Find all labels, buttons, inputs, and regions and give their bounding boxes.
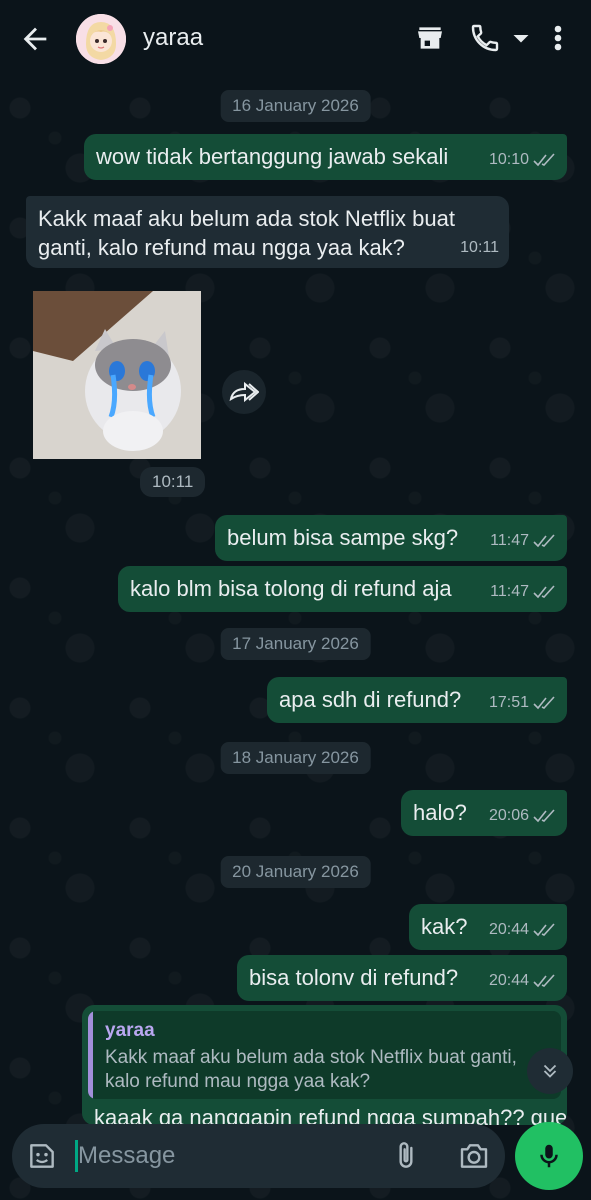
quoted-message[interactable]: yaraa Kakk maaf aku belum ada stok Netfl… bbox=[88, 1011, 561, 1099]
date-separator: 18 January 2026 bbox=[220, 742, 371, 774]
message-text: Kakk maaf aku belum ada stok Netflix bua… bbox=[38, 206, 455, 260]
message-bubble-outgoing[interactable]: halo? 20:06 bbox=[401, 790, 567, 836]
message-text: apa sdh di refund? bbox=[279, 687, 462, 712]
date-separator: 17 January 2026 bbox=[220, 628, 371, 660]
quoted-text: Kakk maaf aku belum ada stok Netflix bua… bbox=[105, 1047, 517, 1092]
message-time: 10:10 bbox=[488, 151, 529, 168]
read-ticks-icon bbox=[533, 922, 555, 936]
sticker-time: 10:11 bbox=[140, 467, 206, 497]
read-ticks-icon bbox=[533, 808, 555, 822]
message-meta: 10:11 bbox=[460, 233, 499, 262]
mic-button[interactable] bbox=[515, 1122, 583, 1190]
message-time: 11:47 bbox=[490, 583, 529, 600]
contact-name[interactable]: yaraa bbox=[143, 24, 203, 52]
shop-icon[interactable] bbox=[414, 20, 446, 56]
forward-button[interactable] bbox=[222, 370, 266, 414]
quoted-sender: yaraa bbox=[105, 1020, 155, 1041]
reply-message-bubble[interactable]: yaraa Kakk maaf aku belum ada stok Netfl… bbox=[82, 1005, 567, 1125]
read-ticks-icon bbox=[533, 973, 555, 987]
message-bubble-outgoing[interactable]: wow tidak bertanggung jawab sekali 10:10 bbox=[84, 134, 567, 180]
read-ticks-icon bbox=[533, 695, 555, 709]
message-meta: 20:06 bbox=[489, 801, 557, 830]
message-text: belum bisa sampe skg? bbox=[227, 525, 459, 550]
mic-icon bbox=[540, 1144, 558, 1168]
read-ticks-icon bbox=[533, 152, 555, 166]
message-composer bbox=[12, 1124, 505, 1188]
message-bubble-outgoing[interactable]: bisa tolonv di refund? 20:44 bbox=[237, 955, 567, 1001]
scroll-to-bottom-button[interactable] bbox=[527, 1048, 573, 1094]
message-time: 20:44 bbox=[488, 921, 529, 938]
message-bubble-outgoing[interactable]: belum bisa sampe skg? 11:47 bbox=[215, 515, 567, 561]
quote-bar bbox=[88, 1011, 93, 1099]
message-meta: 20:44 bbox=[489, 915, 557, 944]
message-time: 20:44 bbox=[488, 972, 529, 989]
read-ticks-icon bbox=[533, 584, 555, 598]
message-bubble-incoming[interactable]: Kakk maaf aku belum ada stok Netflix bua… bbox=[26, 196, 509, 268]
phone-icon[interactable] bbox=[469, 20, 501, 56]
message-meta: 10:10 bbox=[489, 145, 557, 174]
message-bubble-outgoing[interactable]: kak? 20:44 bbox=[409, 904, 567, 950]
message-text: kaaak ga nanggapin refund ngga sumpah?? … bbox=[94, 1105, 567, 1125]
message-time: 11:47 bbox=[490, 532, 529, 549]
message-text: bisa tolonv di refund? bbox=[249, 965, 459, 990]
message-time: 17:51 bbox=[488, 694, 529, 711]
message-meta: 11:47 bbox=[490, 526, 557, 555]
double-chevron-down-icon bbox=[543, 1064, 557, 1078]
paperclip-icon[interactable] bbox=[390, 1140, 422, 1172]
message-text: halo? bbox=[413, 800, 467, 825]
read-ticks-icon bbox=[533, 533, 555, 547]
message-meta: 20:44 bbox=[489, 966, 557, 995]
emoji-icon[interactable] bbox=[26, 1140, 58, 1172]
message-time: 20:06 bbox=[488, 807, 529, 824]
message-bubble-outgoing[interactable]: apa sdh di refund? 17:51 bbox=[267, 677, 567, 723]
message-meta: 17:51 bbox=[489, 688, 557, 717]
camera-icon[interactable] bbox=[457, 1140, 491, 1172]
date-separator: 16 January 2026 bbox=[220, 90, 371, 122]
message-bubble-outgoing[interactable]: kalo blm bisa tolong di refund aja 11:47 bbox=[118, 566, 567, 612]
message-text: kalo blm bisa tolong di refund aja bbox=[130, 576, 452, 601]
dropdown-icon[interactable] bbox=[512, 20, 530, 56]
message-text: wow tidak bertanggung jawab sekali bbox=[96, 144, 449, 169]
message-input[interactable] bbox=[78, 1136, 378, 1176]
message-meta: 11:47 bbox=[490, 577, 557, 606]
message-text: kak? bbox=[421, 914, 468, 939]
avatar[interactable] bbox=[76, 14, 126, 64]
date-separator: 20 January 2026 bbox=[220, 856, 371, 888]
chat-header: yaraa bbox=[0, 0, 591, 78]
sticker-image[interactable] bbox=[33, 291, 201, 459]
message-time: 10:11 bbox=[460, 239, 499, 256]
chat-area[interactable]: 16 January 2026 wow tidak bertanggung ja… bbox=[0, 78, 591, 1200]
back-arrow-icon[interactable] bbox=[18, 22, 52, 56]
forward-icon bbox=[229, 381, 259, 403]
more-vert-icon[interactable] bbox=[548, 20, 568, 56]
